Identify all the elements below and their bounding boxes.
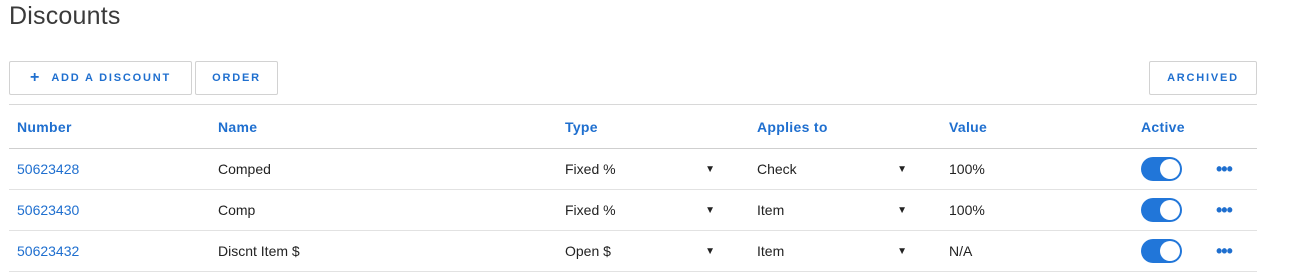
page-title: Discounts (9, 2, 121, 30)
discount-number-link[interactable]: 50623432 (17, 243, 79, 259)
active-toggle[interactable] (1141, 239, 1182, 263)
type-value: Open $ (565, 243, 611, 259)
more-options-icon[interactable]: ••• (1216, 201, 1233, 219)
caret-down-icon: ▼ (705, 245, 715, 257)
applies-to-value: Check (757, 161, 797, 177)
more-options-icon[interactable]: ••• (1216, 242, 1233, 260)
plus-icon: + (29, 69, 40, 86)
discounts-table: Number Name Type Applies to Value Active… (9, 104, 1257, 272)
applies-to-select[interactable]: Item ▼ (757, 231, 907, 271)
type-select[interactable]: Fixed % ▼ (565, 190, 715, 230)
applies-to-select[interactable]: Item ▼ (757, 190, 907, 230)
discount-value: 100% (949, 161, 985, 177)
column-header-applies-to[interactable]: Applies to (757, 105, 907, 148)
type-select[interactable]: Fixed % ▼ (565, 149, 715, 189)
column-header-number[interactable]: Number (17, 105, 72, 148)
table-row: 50623432 Discnt Item $ Open $ ▼ Item ▼ N… (9, 231, 1257, 272)
caret-down-icon: ▼ (897, 204, 907, 216)
order-label: ORDER (212, 72, 261, 84)
column-header-active[interactable]: Active (1141, 105, 1185, 148)
column-header-name[interactable]: Name (218, 105, 257, 148)
discount-name: Comped (218, 161, 271, 177)
type-value: Fixed % (565, 202, 616, 218)
toggle-knob (1160, 241, 1180, 261)
discount-name: Comp (218, 202, 256, 218)
type-select[interactable]: Open $ ▼ (565, 231, 715, 271)
toggle-knob (1160, 159, 1180, 179)
caret-down-icon: ▼ (897, 163, 907, 175)
applies-to-select[interactable]: Check ▼ (757, 149, 907, 189)
caret-down-icon: ▼ (705, 163, 715, 175)
discount-number-link[interactable]: 50623428 (17, 161, 79, 177)
table-row: 50623428 Comped Fixed % ▼ Check ▼ 100% •… (9, 149, 1257, 190)
caret-down-icon: ▼ (705, 204, 715, 216)
type-value: Fixed % (565, 161, 616, 177)
active-toggle[interactable] (1141, 157, 1182, 181)
active-toggle[interactable] (1141, 198, 1182, 222)
column-header-type[interactable]: Type (565, 105, 715, 148)
column-header-value[interactable]: Value (949, 105, 987, 148)
discount-name: Discnt Item $ (218, 243, 300, 259)
discount-number-link[interactable]: 50623430 (17, 202, 79, 218)
archived-button[interactable]: ARCHIVED (1149, 61, 1257, 95)
add-discount-button[interactable]: + ADD A DISCOUNT (9, 61, 192, 95)
table-row: 50623430 Comp Fixed % ▼ Item ▼ 100% ••• (9, 190, 1257, 231)
archived-label: ARCHIVED (1167, 72, 1239, 84)
toggle-knob (1160, 200, 1180, 220)
caret-down-icon: ▼ (897, 245, 907, 257)
discount-value: 100% (949, 202, 985, 218)
table-header-row: Number Name Type Applies to Value Active (9, 104, 1257, 149)
applies-to-value: Item (757, 243, 785, 259)
order-button[interactable]: ORDER (195, 61, 278, 95)
add-discount-label: ADD A DISCOUNT (51, 72, 172, 84)
applies-to-value: Item (757, 202, 785, 218)
more-options-icon[interactable]: ••• (1216, 160, 1233, 178)
discount-value: N/A (949, 243, 973, 259)
